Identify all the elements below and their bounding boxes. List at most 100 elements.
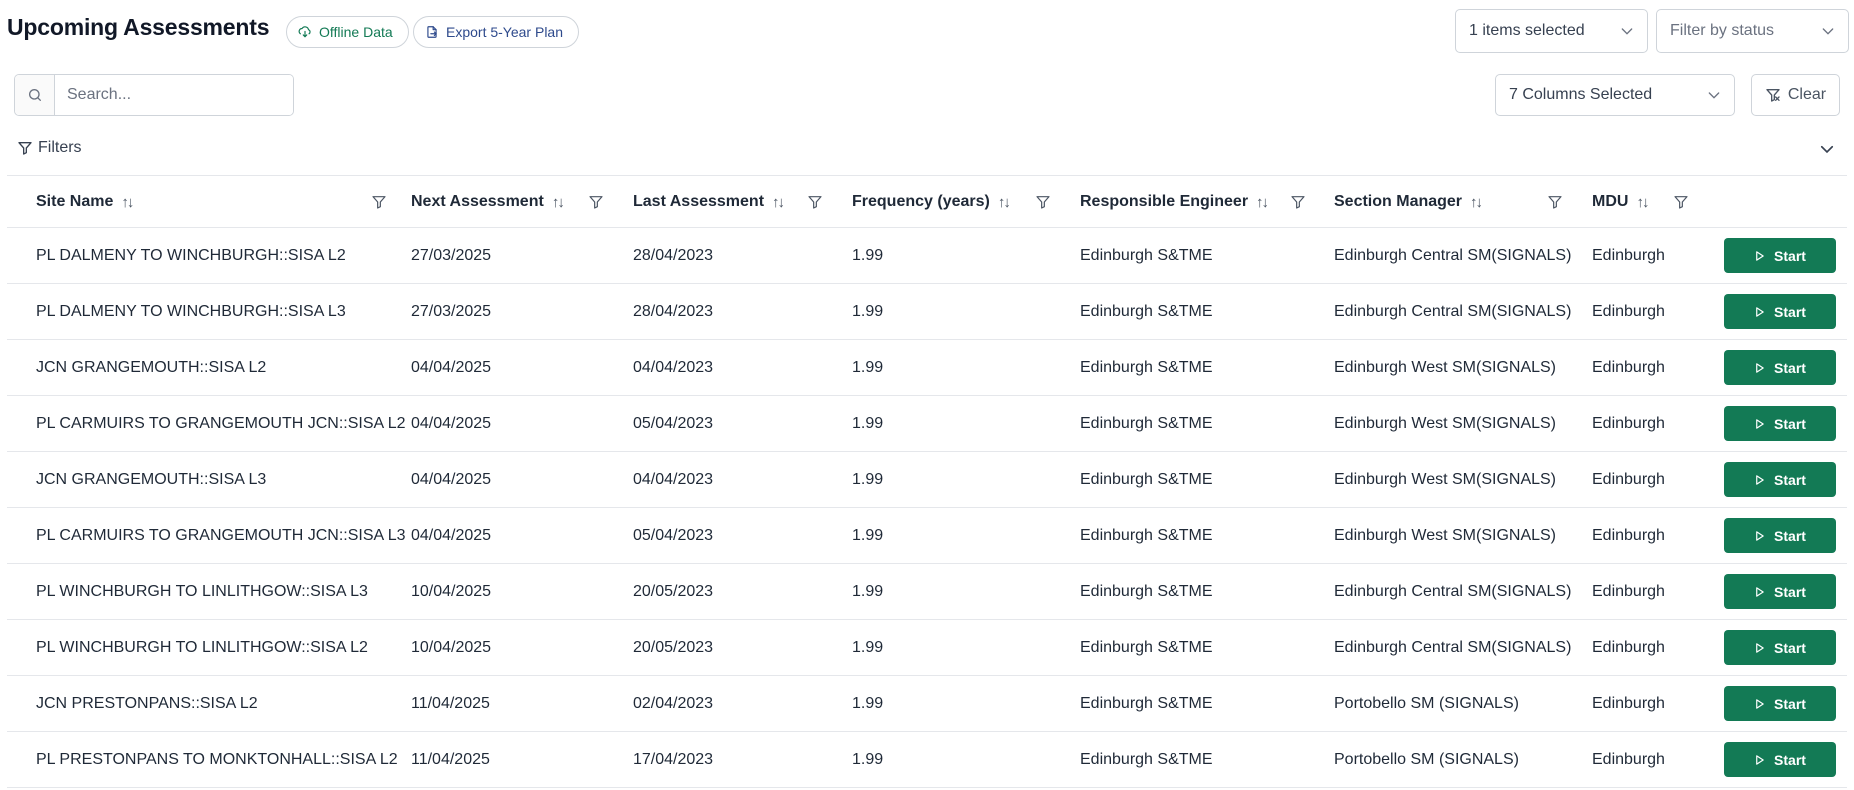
start-assessment-button[interactable]: Start [1724, 574, 1836, 609]
start-assessment-button[interactable]: Start [1724, 686, 1836, 721]
start-assessment-button[interactable]: Start [1724, 350, 1836, 385]
site-name-cell: JCN GRANGEMOUTH::SISA L3 [36, 471, 267, 488]
sort-icon[interactable]: ↑↓ [1636, 194, 1649, 211]
start-assessment-button[interactable]: Start [1724, 462, 1836, 497]
column-header-label: Next Assessment [411, 193, 544, 210]
start-label: Start [1774, 415, 1806, 432]
column-header-section-manager[interactable]: Section Manager ↑↓ [1334, 176, 1483, 228]
chevron-down-icon [1822, 28, 1834, 35]
start-label: Start [1774, 303, 1806, 320]
section-manager-cell: Edinburgh West SM(SIGNALS) [1334, 359, 1557, 376]
section-manager-cell: Edinburgh Central SM(SIGNALS) [1334, 303, 1572, 320]
sort-icon[interactable]: ↑↓ [552, 194, 565, 211]
section-manager-cell: Edinburgh Central SM(SIGNALS) [1334, 247, 1572, 264]
column-header-last-assessment[interactable]: Last Assessment ↑↓ [633, 176, 785, 228]
mdu-cell: Edinburgh [1592, 471, 1665, 488]
start-assessment-button[interactable]: Start [1724, 742, 1836, 777]
table-row: JCN PRESTONPANS::SISA L2 11/04/2025 02/0… [7, 676, 1847, 732]
column-header-label: Last Assessment [633, 193, 765, 210]
cloud-download-icon [298, 26, 311, 38]
frequency-cell: 1.99 [852, 471, 884, 488]
export-plan-button[interactable]: Export 5-Year Plan [413, 16, 579, 48]
site-name-cell: PL WINCHBURGH TO LINLITHGOW::SISA L2 [36, 639, 368, 656]
mdu-cell: Edinburgh [1592, 527, 1665, 544]
column-header-responsible-engineer[interactable]: Responsible Engineer ↑↓ [1080, 176, 1269, 228]
funnel-icon[interactable] [371, 193, 387, 211]
sort-icon[interactable]: ↑↓ [772, 194, 785, 211]
funnel-icon[interactable] [1547, 193, 1563, 211]
table-header: Site Name ↑↓ Next Assessment ↑↓ Last Ass… [7, 176, 1847, 228]
site-name-cell: PL WINCHBURGH TO LINLITHGOW::SISA L3 [36, 583, 368, 600]
column-header-label: Section Manager [1334, 193, 1463, 210]
column-header-frequency[interactable]: Frequency (years) ↑↓ [852, 176, 1011, 228]
funnel-icon [18, 142, 32, 155]
start-label: Start [1774, 471, 1806, 488]
play-icon [1756, 586, 1764, 597]
funnel-icon[interactable] [1290, 193, 1306, 211]
funnel-icon[interactable] [1035, 193, 1051, 211]
funnel-icon[interactable] [588, 193, 604, 211]
clear-label: Clear [1787, 86, 1827, 103]
columns-selected-value: 7 Columns Selected [1509, 86, 1653, 103]
sort-icon[interactable]: ↑↓ [998, 194, 1011, 211]
start-label: Start [1774, 583, 1806, 600]
column-header-next-assessment[interactable]: Next Assessment ↑↓ [411, 176, 565, 228]
chevron-down-icon [1708, 92, 1720, 99]
section-manager-cell: Edinburgh Central SM(SIGNALS) [1334, 639, 1572, 656]
start-label: Start [1774, 639, 1806, 656]
start-assessment-button[interactable]: Start [1724, 518, 1836, 553]
offline-data-button[interactable]: Offline Data [286, 16, 409, 48]
start-assessment-button[interactable]: Start [1724, 294, 1836, 329]
status-filter-dropdown[interactable]: Filter by status [1656, 9, 1849, 53]
start-assessment-button[interactable]: Start [1724, 630, 1836, 665]
responsible-engineer-cell: Edinburgh S&TME [1080, 303, 1213, 320]
play-icon [1756, 530, 1764, 541]
columns-selected-dropdown[interactable]: 7 Columns Selected [1495, 74, 1735, 116]
filters-toggle[interactable]: Filters [17, 139, 82, 157]
search-icon-container [15, 75, 55, 115]
chevron-down-icon[interactable] [1818, 140, 1836, 158]
last-assessment-cell: 05/04/2023 [633, 527, 714, 544]
next-assessment-cell: 04/04/2025 [411, 527, 492, 544]
sort-icon[interactable]: ↑↓ [121, 194, 134, 211]
filters-label: Filters [38, 139, 82, 156]
column-header-site-name[interactable]: Site Name ↑↓ [36, 176, 134, 228]
items-selected-dropdown[interactable]: 1 items selected [1455, 9, 1648, 53]
column-header-mdu[interactable]: MDU ↑↓ [1592, 176, 1649, 228]
next-assessment-cell: 11/04/2025 [411, 751, 490, 768]
table-row: JCN GRANGEMOUTH::SISA L2 04/04/2025 04/0… [7, 340, 1847, 396]
next-assessment-cell: 04/04/2025 [411, 359, 492, 376]
search-input[interactable] [55, 75, 293, 115]
sort-icon[interactable]: ↑↓ [1256, 194, 1269, 211]
table-row: PL PRESTONPANS TO MONKTONHALL::SISA L2 1… [7, 732, 1847, 788]
responsible-engineer-cell: Edinburgh S&TME [1080, 359, 1213, 376]
start-assessment-button[interactable]: Start [1724, 406, 1836, 441]
start-label: Start [1774, 359, 1806, 376]
funnel-icon[interactable] [807, 193, 823, 211]
next-assessment-cell: 10/04/2025 [411, 583, 492, 600]
mdu-cell: Edinburgh [1592, 639, 1665, 656]
site-name-cell: PL CARMUIRS TO GRANGEMOUTH JCN::SISA L3 [36, 527, 406, 544]
next-assessment-cell: 04/04/2025 [411, 415, 492, 432]
start-label: Start [1774, 527, 1806, 544]
responsible-engineer-cell: Edinburgh S&TME [1080, 751, 1213, 768]
frequency-cell: 1.99 [852, 247, 884, 264]
funnel-icon[interactable] [1673, 193, 1689, 211]
frequency-cell: 1.99 [852, 527, 884, 544]
table-row: PL WINCHBURGH TO LINLITHGOW::SISA L3 10/… [7, 564, 1847, 620]
mdu-cell: Edinburgh [1592, 415, 1665, 432]
start-assessment-button[interactable]: Start [1724, 238, 1836, 273]
last-assessment-cell: 17/04/2023 [633, 751, 714, 768]
column-header-label: Site Name [36, 193, 114, 210]
site-name-cell: JCN PRESTONPANS::SISA L2 [36, 695, 258, 712]
mdu-cell: Edinburgh [1592, 695, 1665, 712]
last-assessment-cell: 05/04/2023 [633, 415, 714, 432]
clear-filters-button[interactable]: Clear [1751, 74, 1840, 116]
frequency-cell: 1.99 [852, 695, 884, 712]
frequency-cell: 1.99 [852, 583, 884, 600]
sort-icon[interactable]: ↑↓ [1470, 194, 1483, 211]
table-row: JCN GRANGEMOUTH::SISA L3 04/04/2025 04/0… [7, 452, 1847, 508]
export-plan-label: Export 5-Year Plan [446, 24, 563, 40]
next-assessment-cell: 10/04/2025 [411, 639, 492, 656]
next-assessment-cell: 11/04/2025 [411, 695, 490, 712]
